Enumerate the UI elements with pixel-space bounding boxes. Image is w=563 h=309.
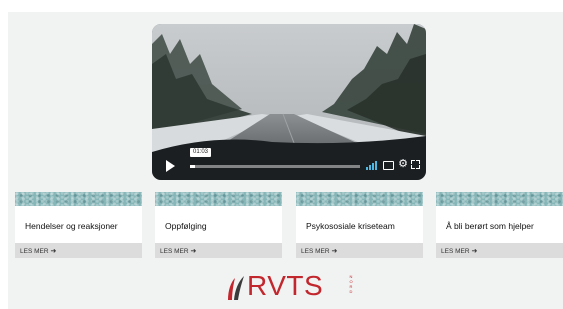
arrow-right-icon: ➜ bbox=[471, 248, 478, 255]
leaf-icon bbox=[228, 276, 244, 300]
card-footer: LES MER ➜ bbox=[436, 243, 563, 258]
read-more-link[interactable]: LES MER ➜ bbox=[301, 247, 337, 255]
time-badge: 01:03 bbox=[190, 148, 212, 157]
card-footer: LES MER ➜ bbox=[296, 243, 423, 258]
card-oppfolging[interactable]: Oppfølging LES MER ➜ bbox=[155, 192, 282, 258]
arrow-right-icon: ➜ bbox=[331, 248, 338, 255]
video-player[interactable]: 01:03 ⚙ bbox=[152, 24, 426, 180]
card-footer: LES MER ➜ bbox=[155, 243, 282, 258]
gear-icon[interactable]: ⚙ bbox=[397, 158, 409, 170]
card-title: Psykososiale kriseteam bbox=[306, 221, 395, 231]
card-image bbox=[436, 192, 563, 206]
logo-subtext: NORD bbox=[349, 274, 353, 294]
card-image bbox=[296, 192, 423, 206]
read-more-link[interactable]: LES MER ➜ bbox=[20, 247, 56, 255]
progress-fill bbox=[190, 165, 196, 168]
progress-bar[interactable] bbox=[190, 165, 360, 168]
card-hjelper[interactable]: Å bli berørt som hjelper LES MER ➜ bbox=[436, 192, 563, 258]
card-title: Å bli berørt som hjelper bbox=[446, 221, 534, 231]
card-title: Oppfølging bbox=[165, 221, 207, 231]
play-icon[interactable] bbox=[166, 160, 175, 172]
captions-icon[interactable] bbox=[383, 161, 394, 170]
card-title: Hendelser og reaksjoner bbox=[25, 221, 118, 231]
card-hendelser[interactable]: Hendelser og reaksjoner LES MER ➜ bbox=[15, 192, 142, 258]
arrow-right-icon: ➜ bbox=[190, 248, 197, 255]
read-more-link[interactable]: LES MER ➜ bbox=[160, 247, 196, 255]
arrow-right-icon: ➜ bbox=[50, 248, 57, 255]
read-more-link[interactable]: LES MER ➜ bbox=[441, 247, 477, 255]
card-footer: LES MER ➜ bbox=[15, 243, 142, 258]
rvts-logo[interactable]: RVTS NORD bbox=[225, 270, 355, 302]
logo-text: RVTS bbox=[247, 270, 324, 301]
volume-icon[interactable] bbox=[366, 161, 378, 170]
fullscreen-icon[interactable] bbox=[411, 160, 420, 169]
card-image bbox=[155, 192, 282, 206]
card-image bbox=[15, 192, 142, 206]
card-kriseteam[interactable]: Psykososiale kriseteam LES MER ➜ bbox=[296, 192, 423, 258]
video-controls: 01:03 ⚙ bbox=[152, 148, 426, 180]
